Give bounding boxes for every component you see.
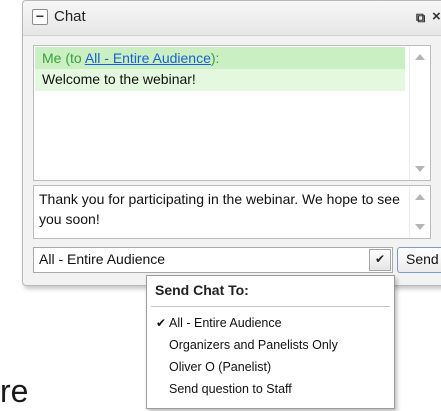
message-text: Welcome to the webinar! — [35, 69, 405, 91]
message-header: Me (to All - Entire Audience): — [35, 47, 405, 69]
chat-input-text: Thank you for participating in the webin… — [39, 191, 400, 227]
chat-titlebar: − Chat ⧉ × — [23, 1, 441, 36]
menu-divider — [151, 306, 390, 307]
message-recipient-link[interactable]: All - Entire Audience — [85, 50, 211, 66]
menu-item-label: Oliver O (Panelist) — [169, 360, 272, 374]
check-icon: ✔ — [156, 316, 167, 330]
message-scrollbar[interactable] — [409, 46, 430, 180]
close-icon[interactable]: × — [432, 8, 441, 25]
dropdown-check-icon[interactable]: ✔ — [369, 249, 391, 271]
menu-item-label: Organizers and Panelists Only — [169, 338, 338, 352]
chat-panel: − Chat ⧉ × Me (to All - Entire Audience)… — [22, 0, 441, 286]
menu-item-all-entire-audience[interactable]: ✔ All - Entire Audience — [147, 312, 394, 334]
menu-item-organizers-panelists[interactable]: Organizers and Panelists Only — [147, 334, 394, 356]
message-to-prefix: (to — [61, 50, 85, 66]
menu-item-label: Send question to Staff — [169, 382, 292, 396]
popout-icon[interactable]: ⧉ — [416, 10, 425, 26]
menu-item-label: All - Entire Audience — [169, 316, 282, 330]
scroll-down-icon[interactable] — [415, 166, 425, 172]
menu-header: Send Chat To: — [155, 282, 249, 298]
recipient-select-value: All - Entire Audience — [39, 251, 166, 267]
input-scrollbar[interactable] — [409, 186, 430, 238]
message-to-suffix: ): — [210, 50, 220, 66]
input-scroll-down-icon[interactable] — [415, 224, 425, 230]
screen: − Chat ⧉ × Me (to All - Entire Audience)… — [0, 0, 441, 411]
send-to-menu: Send Chat To: ✔ All - Entire Audience Or… — [146, 275, 395, 409]
chat-message-list[interactable]: Me (to All - Entire Audience): Welcome t… — [33, 45, 431, 181]
menu-item-oliver-o[interactable]: Oliver O (Panelist) — [147, 356, 394, 378]
chat-title: Chat — [54, 8, 86, 25]
message-sender: Me — [42, 50, 62, 66]
input-scroll-up-icon[interactable] — [415, 194, 425, 200]
chat-input[interactable]: Thank you for participating in the webin… — [33, 185, 431, 239]
send-button[interactable]: Send — [397, 247, 441, 273]
partial-text-fragment: re — [0, 373, 29, 409]
collapse-icon[interactable]: − — [32, 9, 48, 25]
scroll-up-icon[interactable] — [415, 54, 425, 60]
recipient-select[interactable]: All - Entire Audience ✔ — [33, 247, 393, 273]
menu-item-send-question-staff[interactable]: Send question to Staff — [147, 378, 394, 400]
